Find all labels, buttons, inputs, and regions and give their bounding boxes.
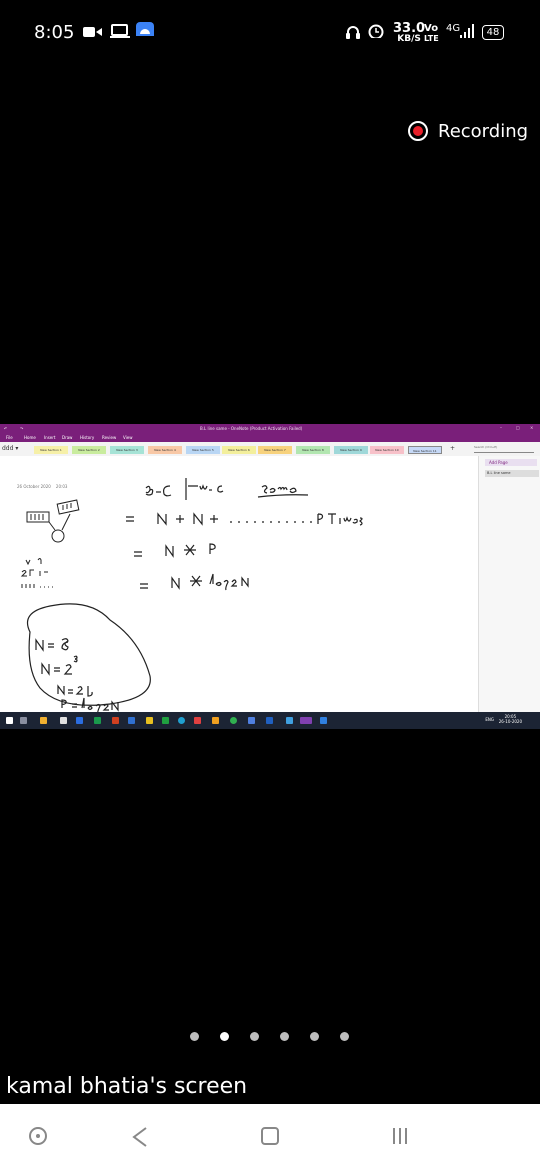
notebook-selector[interactable]: ddd ▾ xyxy=(2,445,18,452)
windows-start-icon[interactable] xyxy=(6,717,13,724)
page-dot[interactable] xyxy=(250,1032,259,1041)
section-tab[interactable]: New Section 1 xyxy=(34,446,68,454)
battery-indicator: 48 xyxy=(482,25,504,40)
ribbon-menu: File Home Insert Draw History Review Vie… xyxy=(0,433,540,442)
app-icon[interactable] xyxy=(146,717,153,724)
section-tab[interactable]: New Section 4 xyxy=(148,446,182,454)
section-tab-active[interactable]: New Section 11 xyxy=(408,446,442,454)
headset-icon xyxy=(346,26,360,39)
redo-icon[interactable]: ↷ xyxy=(20,426,23,431)
screen-share-caption: kamal bhatia's screen xyxy=(6,1074,248,1099)
window-titlebar: ↶ ↷ B.L line same - OneNote (Product Act… xyxy=(0,424,540,433)
app-icon[interactable] xyxy=(112,717,119,724)
section-tab[interactable]: New Section 8 xyxy=(296,446,330,454)
menu-insert[interactable]: Insert xyxy=(44,435,55,440)
windows-taskbar: ENG 20:05 26-10-2020 xyxy=(0,712,540,729)
close-icon[interactable]: × xyxy=(530,425,533,430)
ink-side-marks xyxy=(20,499,80,588)
minimize-icon[interactable]: – xyxy=(500,425,502,430)
app-icon[interactable] xyxy=(320,717,327,724)
taskbar-clock[interactable]: 20:05 26-10-2020 xyxy=(499,714,522,724)
add-page-label: Add Page xyxy=(489,460,508,465)
page-list-item[interactable]: B.L line same xyxy=(485,470,539,477)
app-icon[interactable] xyxy=(266,717,273,724)
menu-review[interactable]: Review xyxy=(102,435,116,440)
page-list-panel: Add Page B.L line same xyxy=(478,456,540,712)
recording-label: Recording xyxy=(438,121,529,142)
record-icon xyxy=(408,121,428,141)
status-bar: 8:05 33.0 KB/S Vo LTE 4G 48 xyxy=(0,0,540,64)
menu-view[interactable]: View xyxy=(123,435,133,440)
task-view-icon[interactable] xyxy=(20,717,27,724)
menu-history[interactable]: History xyxy=(80,435,94,440)
handwriting-ink xyxy=(20,478,363,712)
section-tab[interactable]: New Section 7 xyxy=(258,446,292,454)
section-tab[interactable]: New Section 10 xyxy=(370,446,404,454)
ink-line4 xyxy=(140,573,249,591)
menu-home[interactable]: Home xyxy=(24,435,36,440)
signal-icon xyxy=(460,24,474,38)
edge-icon[interactable] xyxy=(178,717,185,724)
note-canvas[interactable]: 26 October 2020 20:03 xyxy=(0,456,478,712)
android-debug-icon xyxy=(136,22,154,36)
window-title: B.L line same - OneNote (Product Activat… xyxy=(200,426,303,431)
ink-bubble xyxy=(26,603,151,712)
ink-line2 xyxy=(126,512,363,526)
add-page-button[interactable]: Add Page xyxy=(485,459,537,466)
page-indicator xyxy=(190,1032,350,1044)
page-dot[interactable] xyxy=(310,1032,319,1041)
alarm-icon xyxy=(368,24,384,38)
section-tab[interactable]: New Section 5 xyxy=(186,446,220,454)
app-icon[interactable] xyxy=(286,717,293,724)
recording-indicator[interactable]: Recording xyxy=(408,120,528,148)
shared-screen: ↶ ↷ B.L line same - OneNote (Product Act… xyxy=(0,424,540,729)
undo-icon[interactable]: ↶ xyxy=(4,426,7,431)
store-icon[interactable] xyxy=(60,717,67,724)
chrome-icon[interactable] xyxy=(230,717,237,724)
ink-line1 xyxy=(145,478,309,500)
app-icon[interactable] xyxy=(248,717,255,724)
assistant-icon[interactable] xyxy=(28,1126,48,1146)
page-dot[interactable] xyxy=(190,1032,199,1041)
volte-indicator: Vo LTE xyxy=(424,23,439,44)
app-icon[interactable] xyxy=(128,717,135,724)
section-tab[interactable]: New Section 6 xyxy=(222,446,256,454)
page-dot[interactable] xyxy=(280,1032,289,1041)
app-icon[interactable] xyxy=(212,717,219,724)
net-speed: 33.0 KB/S xyxy=(393,21,426,44)
section-tab[interactable]: New Section 3 xyxy=(110,446,144,454)
home-icon[interactable] xyxy=(260,1126,280,1146)
section-tabs-bar: ddd ▾ New Section 1 New Section 2 New Se… xyxy=(0,442,540,457)
recents-icon[interactable] xyxy=(390,1126,410,1146)
onenote-icon[interactable] xyxy=(300,717,312,724)
menu-file[interactable]: File xyxy=(6,435,13,440)
video-call-icon xyxy=(83,27,102,37)
app-icon[interactable] xyxy=(94,717,101,724)
back-icon[interactable] xyxy=(130,1126,150,1148)
menu-draw[interactable]: Draw xyxy=(62,435,72,440)
file-explorer-icon[interactable] xyxy=(40,717,47,724)
section-tab[interactable]: New Section 2 xyxy=(72,446,106,454)
add-section-icon[interactable]: + xyxy=(450,445,455,452)
page-dot[interactable] xyxy=(340,1032,349,1041)
input-language[interactable]: ENG xyxy=(485,717,494,722)
app-icon[interactable] xyxy=(76,717,83,724)
laptop-icon xyxy=(110,24,130,38)
navigation-bar xyxy=(0,1104,540,1170)
page-dot-active[interactable] xyxy=(220,1032,229,1041)
maximize-icon[interactable]: □ xyxy=(516,425,520,430)
app-icon[interactable] xyxy=(194,717,201,724)
network-type: 4G xyxy=(446,23,461,34)
status-time: 8:05 xyxy=(34,22,75,43)
section-tab[interactable]: New Section 9 xyxy=(334,446,368,454)
app-icon[interactable] xyxy=(162,717,169,724)
search-input[interactable]: Search (Ctrl+E) xyxy=(474,445,534,453)
ink-line3 xyxy=(134,543,216,558)
